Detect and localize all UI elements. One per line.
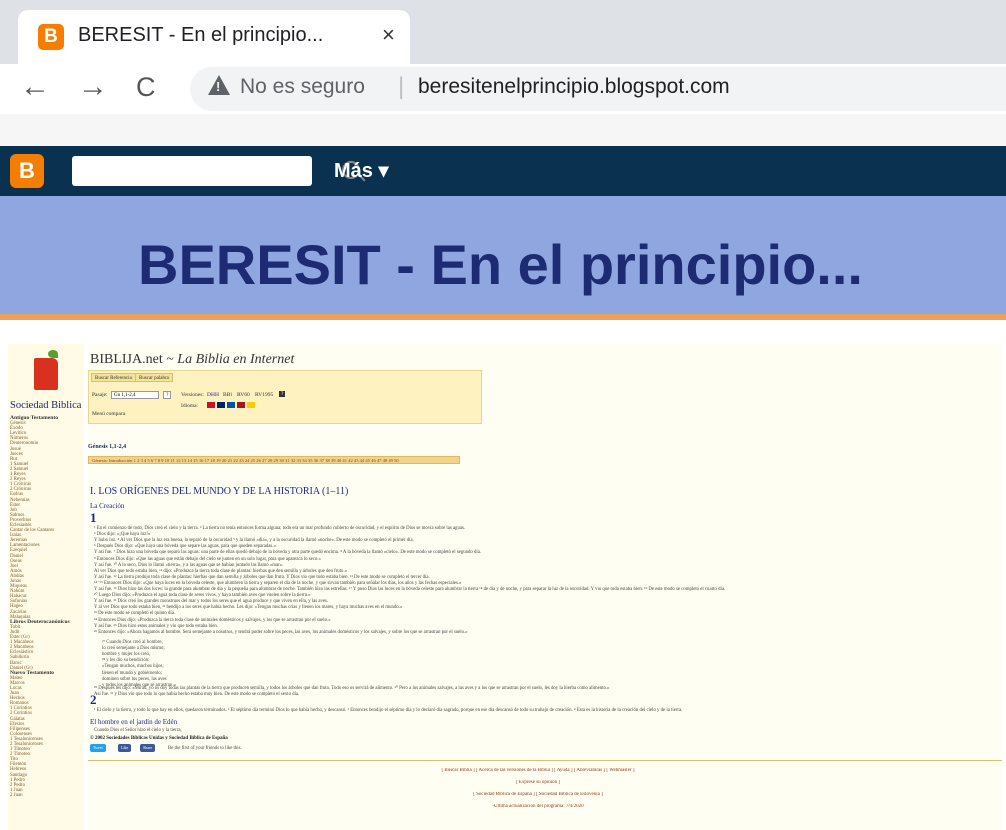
flag-icon[interactable] xyxy=(237,402,245,408)
search-panel: Buscar Referencia Buscar palabra Pasaje:… xyxy=(88,370,482,424)
compare-menu-checkbox[interactable]: Menú compara xyxy=(92,411,125,417)
blog-search-input[interactable] xyxy=(72,156,360,186)
flag-icon[interactable] xyxy=(207,402,215,408)
site-name[interactable]: BIBLIJA.net xyxy=(90,352,163,367)
verse-line: ²⁰ Luego Dios dijo: «Produzca el agua to… xyxy=(94,593,311,599)
version-option-rv60[interactable]: RV60 xyxy=(237,392,250,398)
passage-input[interactable]: Gn 1,1-2,4 xyxy=(111,391,159,399)
flag-icon[interactable] xyxy=(247,402,255,408)
reload-icon[interactable]: C xyxy=(136,72,156,103)
verse-line: ²³ De este modo se completó el quinto dí… xyxy=(94,611,176,617)
version-option-bbl[interactable]: BBl xyxy=(223,392,232,398)
address-bar[interactable]: No es seguro | beresitenelprincipio.blog… xyxy=(190,67,1006,111)
verse-line: Cuando Dios el Señor hizo el cielo y la … xyxy=(94,728,182,733)
verse-line: lo creó semejante a Dios mismo; xyxy=(102,646,165,652)
verse-line: ⁶ Después Dios dijo: «Que haya una bóved… xyxy=(94,544,276,550)
verse-line: ¹ El cielo y la tierra, y todo lo que ha… xyxy=(94,708,683,713)
site-subtitle: La Biblia en Internet xyxy=(177,352,295,367)
verse-line: ²⁴ Entonces Dios dijo: «Produzca la tier… xyxy=(94,617,331,623)
versions-label: Versiones: xyxy=(181,392,204,398)
verse-line: ²⁹ Después les dijo: «Mirad, yo os doy t… xyxy=(94,686,610,691)
footer-divider xyxy=(88,760,1002,761)
warning-triangle-icon[interactable] xyxy=(208,75,230,95)
verse-line: dominen sobre los peces, las aves xyxy=(102,676,167,682)
copyright: © 2002 Sociedades Bíblicas Unidas y Soci… xyxy=(90,736,228,741)
sidebar-brand: Sociedad Biblica xyxy=(10,400,82,411)
verse-line: ³ Dios dijo: «¡Que haya luz!» xyxy=(94,532,151,538)
chapter-navigation[interactable]: Génesis: Introducción 1 2 3 4 5 6 7 8 9 … xyxy=(88,456,460,464)
footer-opinion-link[interactable]: [ Exprese su opinión ] xyxy=(88,780,988,785)
main-content: BIBLIJA.net ~ La Biblia en Internet Busc… xyxy=(88,344,1002,830)
footer-links[interactable]: [ Buscar Biblia ] [ Acerca de las versio… xyxy=(88,768,988,773)
share-button[interactable]: Share xyxy=(140,744,156,752)
sociedad-biblica-logo-icon xyxy=(34,350,58,390)
security-indicator[interactable]: No es seguro xyxy=(240,75,365,99)
blog-title[interactable]: BERESIT - En el principio... xyxy=(138,232,863,297)
language-label: Idioma: xyxy=(181,403,199,409)
page-title: BIBLIJA.net ~ La Biblia en Internet xyxy=(90,352,294,368)
verse-line: hombre y mujer los creó, xyxy=(102,652,151,658)
chapter-number: 1 xyxy=(90,510,97,525)
back-arrow-icon[interactable]: ← xyxy=(20,70,50,104)
like-button[interactable]: Like xyxy=(118,744,132,752)
verse-line: Y así fue. ⁷ Dios hizo una bóveda que se… xyxy=(94,550,482,556)
forward-arrow-icon[interactable]: → xyxy=(78,70,108,104)
passage-label: Pasaje: xyxy=(92,392,108,398)
blog-header: BERESIT - En el principio... xyxy=(0,196,1006,314)
more-menu-button[interactable]: Más ▾ xyxy=(334,158,389,183)
verse-line: ¹ En el comienzo de todo, Dios creó el c… xyxy=(94,526,466,531)
footer-society-links[interactable]: [ Sociedad Bíblica de España ] [ Socieda… xyxy=(88,792,988,797)
version-option-rv1995[interactable]: RV1995 xyxy=(255,392,273,398)
verse-line: ²⁸ y les dio su bendición: xyxy=(102,658,150,664)
go-button[interactable]: ? xyxy=(163,391,172,399)
verse-line: Y así fue. ²¹ Dios creó los grandes mons… xyxy=(94,599,329,605)
blogger-navbar: B Más ▾ xyxy=(0,146,1006,196)
flag-icon[interactable] xyxy=(217,402,225,408)
tab-close-icon[interactable]: × xyxy=(382,22,395,48)
section-subtitle: El hombre en el jardín de Edén xyxy=(90,718,178,726)
tab-buscar-referencia[interactable]: Buscar Referencia xyxy=(91,373,136,382)
browser-tab[interactable]: B BERESIT - En el principio... × xyxy=(18,10,410,64)
tab-buscar-palabra[interactable]: Buscar palabra xyxy=(135,373,173,382)
verse-line: Así fue. ³¹ y Dios vio que todo lo que h… xyxy=(94,692,300,698)
verse-line: Y así fue. ¹⁰ A lo seco, Dios lo llamó «… xyxy=(94,562,284,568)
title-separator: ~ xyxy=(166,352,174,367)
bookmarks-strip xyxy=(0,114,1006,146)
passage-reference: Génesis 1,1-2,4 xyxy=(88,444,127,450)
verse-line: llenen el mundo y gobiérnenlo; xyxy=(102,670,162,676)
sidebar: Sociedad Biblica Antiguo Testamento Génes… xyxy=(8,344,84,830)
footer-update-note: -Ultima actualización del programa: 7/4/… xyxy=(492,804,584,809)
blogger-favicon-icon: B xyxy=(38,24,64,50)
verse-line: ²⁶ Entonces dijo: «Ahora hagamos al homb… xyxy=(94,629,468,635)
verse-line: «Tengan muchos, muchos hijos; xyxy=(102,664,164,670)
browser-tab-bar: B BERESIT - En el principio... × xyxy=(0,0,1006,64)
help-icon[interactable]: ? xyxy=(279,391,286,397)
tweet-button[interactable]: Tweet xyxy=(90,744,106,752)
verse-line: Al ver Dios que todo estaba bien, ¹¹ dij… xyxy=(94,568,348,574)
flag-icon[interactable] xyxy=(227,402,235,408)
url-text[interactable]: beresitenelprincipio.blogspot.com xyxy=(418,75,730,99)
share-note: Be the first of your friends to like thi… xyxy=(168,746,242,751)
browser-toolbar: ← → C No es seguro | beresitenelprincipi… xyxy=(0,64,1006,114)
verse-line: Y así fue. ¹⁶ Dios hizo las dos luces: l… xyxy=(94,587,726,592)
chapter-number: 2 xyxy=(90,692,97,707)
section-heading: I. LOS ORÍGENES DEL MUNDO Y DE LA HISTOR… xyxy=(90,486,349,497)
book-list: Antiguo Testamento Génesis Éxodo Levítico Nú… xyxy=(10,415,82,798)
verse-line: ¹⁴⁻¹⁵ Entonces Dios dijo: «Que haya luce… xyxy=(94,580,462,586)
verse-line: Y así fue. ²⁵ Dios hizo estos animales y… xyxy=(94,623,219,629)
address-separator: | xyxy=(398,73,405,100)
section-subtitle: La Creación xyxy=(90,502,125,510)
tab-title: BERESIT - En el principio... xyxy=(78,24,324,46)
sidebar-item[interactable]: 2 Juan xyxy=(10,793,82,798)
verse-line: ⁹ Entonces Dios dijo: «Que las aguas que… xyxy=(94,556,321,562)
verse-line: Y al ver Dios que todo estaba bien, ²² b… xyxy=(94,605,403,611)
embedded-page: Sociedad Biblica Antiguo Testamento Génes… xyxy=(0,320,1006,830)
verse-line: ²⁷ Cuando Dios creó al hombre, xyxy=(102,640,163,645)
verse-line: Y así fue. ¹² La tierra produjo toda cla… xyxy=(94,574,430,580)
verse-line: Y hubo luz. ⁴ Al ver Dios que la luz era… xyxy=(94,538,414,544)
version-option-dhh[interactable]: DHH xyxy=(207,392,219,398)
blogger-logo-icon[interactable]: B xyxy=(10,154,44,188)
